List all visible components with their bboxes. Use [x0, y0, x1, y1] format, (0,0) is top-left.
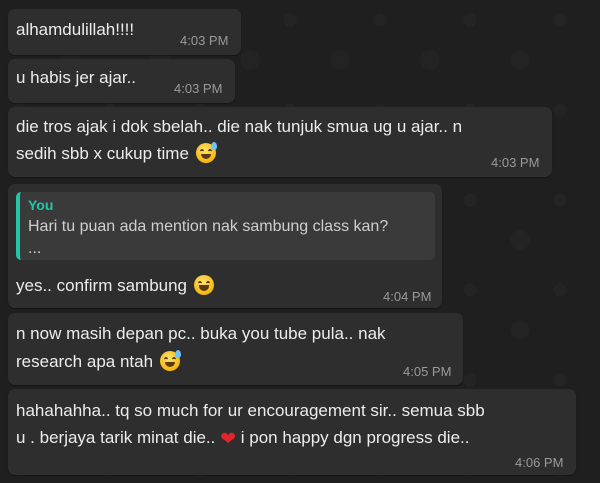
- message-text: u habis jer ajar..: [16, 68, 137, 87]
- message-time: 4:03 PM: [180, 33, 229, 48]
- message-text: die tros ajak i dok sbelah.. die nak tun…: [16, 117, 463, 136]
- message-text: research apa ntah: [16, 352, 154, 371]
- message-time: 4:03 PM: [174, 81, 223, 96]
- message-bubble[interactable]: You Hari tu puan ada mention nak sambung…: [8, 184, 442, 308]
- message-text: u . berjaya tarik minat die..: [16, 428, 216, 447]
- message-text-line2: research apa ntah: [16, 348, 181, 375]
- message-time: 4:05 PM: [403, 364, 452, 379]
- message-time: 4:03 PM: [491, 155, 540, 170]
- chat-panel: alhamdulillah!!!! 4:03 PM u habis jer aj…: [0, 0, 600, 483]
- sweat-smile-emoji: [195, 142, 217, 163]
- message-bubble[interactable]: u habis jer ajar.. 4:03 PM: [8, 59, 235, 103]
- message-text: yes.. confirm sambung: [16, 276, 188, 295]
- message-text-line2: sedih sbb x cukup time: [16, 140, 217, 167]
- message-bubble[interactable]: alhamdulillah!!!! 4:03 PM: [8, 9, 241, 55]
- message-text: n now masih depan pc.. buka you tube pul…: [16, 324, 386, 343]
- message-bubble[interactable]: die tros ajak i dok sbelah.. die nak tun…: [8, 107, 552, 177]
- quote-author: You: [28, 197, 54, 213]
- message-text-line2: u . berjaya tarik minat die.. ❤ i pon ha…: [16, 424, 469, 453]
- message-text: alhamdulillah!!!!: [16, 20, 135, 39]
- sweat-smile-emoji: [159, 350, 181, 371]
- message-time: 4:06 PM: [515, 455, 564, 470]
- message-text: sedih sbb x cukup time: [16, 144, 189, 163]
- grinning-emoji: [193, 275, 214, 295]
- quote-text: Hari tu puan ada mention nak sambung cla…: [28, 218, 389, 257]
- message-text: hahahahha.. tq so much for ur encouragem…: [16, 401, 485, 420]
- message-bubble[interactable]: n now masih depan pc.. buka you tube pul…: [8, 313, 463, 385]
- message-bubble[interactable]: hahahahha.. tq so much for ur encouragem…: [8, 389, 576, 475]
- message-text: i pon happy dgn progress die..: [240, 428, 470, 447]
- red-heart-emoji: ❤: [220, 428, 237, 450]
- message-text-line: yes.. confirm sambung: [16, 272, 214, 299]
- quoted-message[interactable]: You Hari tu puan ada mention nak sambung…: [16, 192, 435, 260]
- message-time: 4:04 PM: [383, 289, 432, 304]
